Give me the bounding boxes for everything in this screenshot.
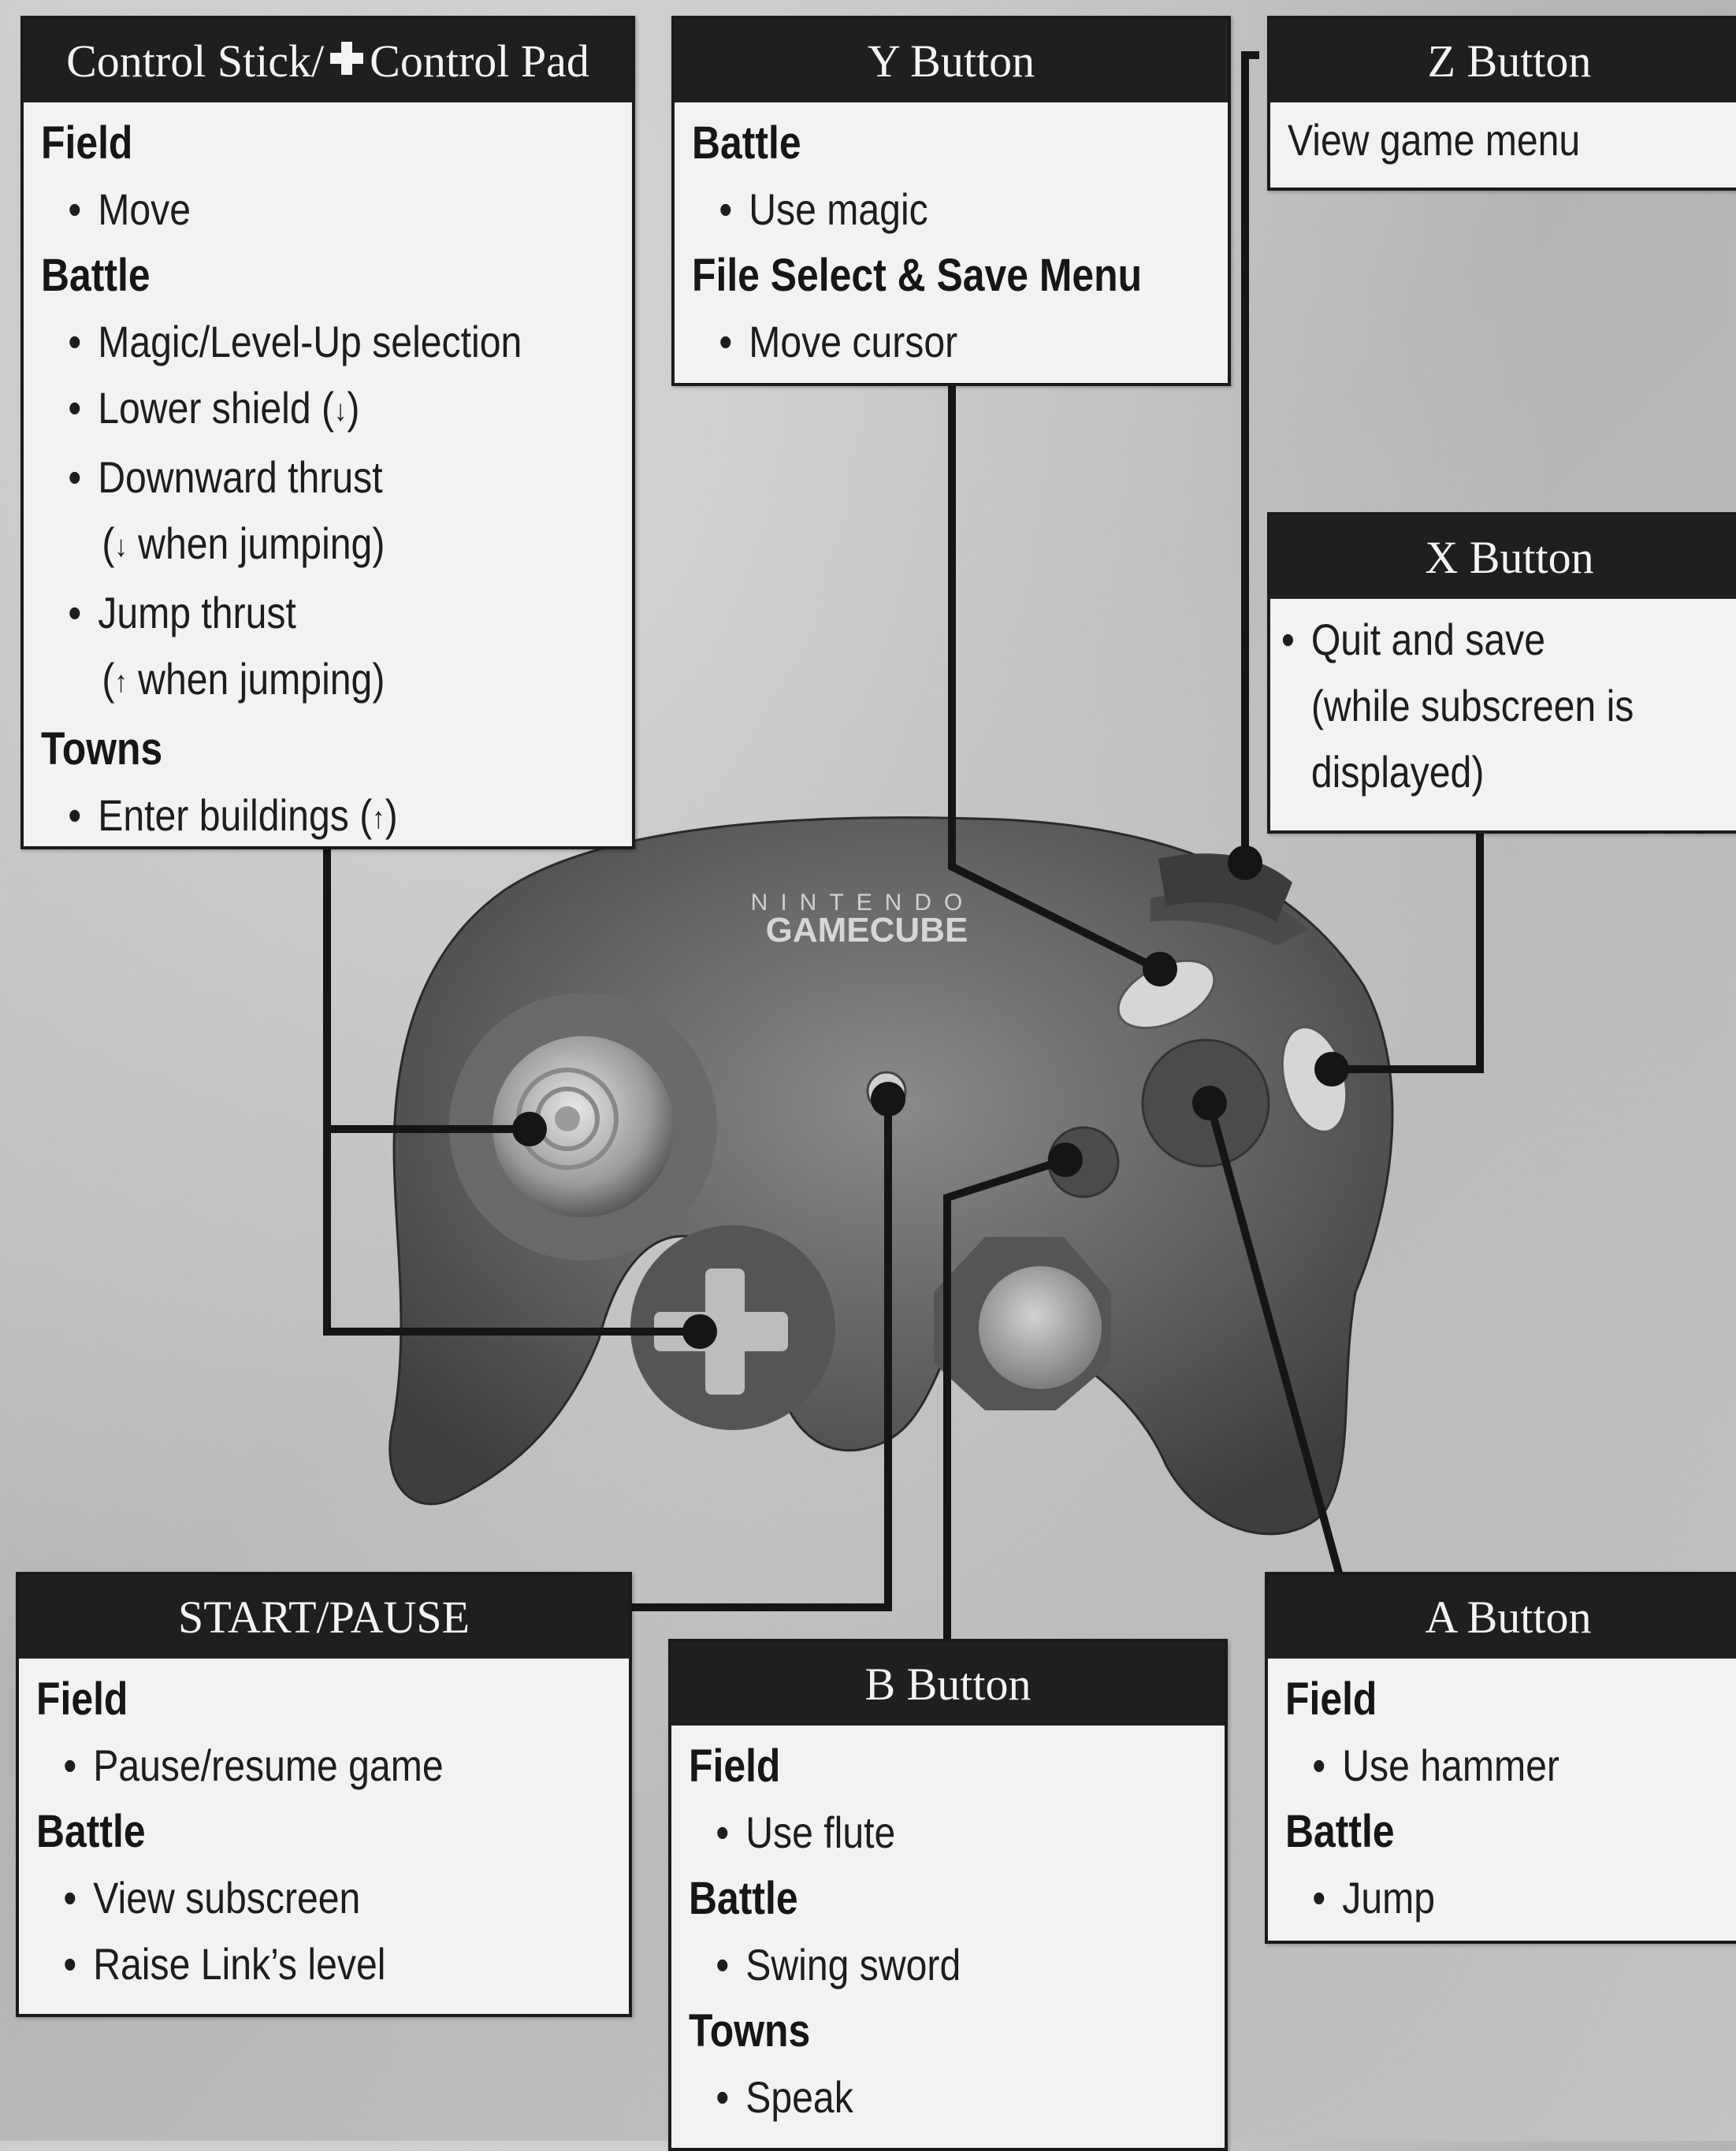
bullet: • (68, 789, 82, 840)
arrow-down-icon: ↓ (334, 395, 348, 429)
control-stick-title-text: Control Stick/ (66, 35, 325, 87)
list-item-text: when jumping) (127, 518, 385, 569)
bullet: • (716, 2072, 730, 2122)
list-item-text: Raise Link’s level (93, 1939, 386, 1989)
list-item: • Jump thrust (41, 580, 534, 646)
bullet: • (68, 383, 82, 433)
list-item-text: Move (98, 184, 191, 234)
bullet: • (716, 1940, 730, 1989)
list-item: • Lower shield (↓) (41, 375, 534, 444)
control-pad-title-text: Control Pad (370, 35, 589, 87)
list-item: • View subscreen (36, 1865, 531, 1931)
bullet: • (716, 1807, 730, 1857)
battle-heading: Battle (41, 250, 151, 301)
bullet: • (1312, 1740, 1326, 1790)
list-item-text: when jumping) (127, 654, 385, 704)
towns-heading: Towns (689, 2005, 811, 2056)
plus-cross-icon (329, 35, 365, 87)
bullet: • (719, 184, 733, 234)
bullet: • (68, 588, 82, 638)
list-item: • Magic/Level-Up selection (41, 309, 534, 375)
list-item-continuation: (↓ when jumping) (41, 511, 534, 580)
list-item: • Pause/resume game (36, 1733, 531, 1799)
list-item-text: Lower shield ( (98, 383, 335, 433)
b-button-panel: B Button Field • Use flute Battle • Swing … (668, 1639, 1228, 2151)
field-heading: Field (1285, 1674, 1377, 1725)
arrow-up-icon: ↑ (114, 666, 128, 700)
bullet: • (1281, 615, 1295, 664)
field-heading: Field (36, 1674, 128, 1725)
bullet: • (63, 1873, 77, 1923)
list-item-text: Downward thrust (98, 452, 383, 503)
y-button-panel: Y Button Battle • Use magic File Select &… (671, 16, 1231, 386)
list-item-text: Move cursor (749, 317, 958, 366)
list-item-text: Enter buildings ( (98, 789, 373, 840)
list-item-text: Use hammer (1342, 1740, 1559, 1790)
arrow-down-icon: ↓ (114, 530, 128, 564)
list-item: • Use flute (689, 1800, 1135, 1866)
control-stick-panel: Control Stick/ Control Pad Field • Move B… (20, 16, 635, 849)
bullet: • (68, 184, 82, 234)
x-button-panel: X Button • Quit and save (while subscreen… (1267, 512, 1736, 834)
list-item-text: Magic/Level-Up selection (98, 317, 522, 366)
b-button-panel-title: B Button (671, 1642, 1225, 1726)
list-item: • Use magic (692, 176, 1138, 243)
list-item: • Move cursor (692, 309, 1138, 375)
list-item-text: Jump thrust (98, 588, 296, 638)
bullet: • (719, 317, 733, 366)
file-select-heading: File Select & Save Menu (692, 250, 1143, 301)
start-pause-panel-title: START/PAUSE (19, 1575, 629, 1659)
bullet: • (68, 317, 82, 366)
z-button-panel: Z Button View game menu (1267, 16, 1736, 191)
list-item-text: Use magic (749, 184, 928, 234)
list-item: • Use hammer (1285, 1733, 1669, 1799)
arrow-up-icon: ↑ (372, 801, 385, 835)
list-item: • Raise Link’s level (36, 1931, 531, 1997)
list-item-text: Swing sword (745, 1940, 961, 1989)
bullet: • (68, 452, 82, 503)
list-item: • Downward thrust (41, 444, 534, 511)
list-item-continuation: (while subscreen is (1310, 681, 1634, 730)
paren-open: ( (102, 654, 115, 704)
list-item: • Speak (689, 2064, 1135, 2131)
start-pause-panel: START/PAUSE Field • Pause/resume game Bat… (16, 1572, 632, 2017)
x-button-panel-title: X Button (1270, 515, 1736, 599)
z-button-panel-title: Z Button (1270, 19, 1736, 102)
a-button-panel-title: A Button (1268, 1575, 1736, 1659)
list-item: • Jump (1285, 1865, 1669, 1931)
battle-heading: Battle (689, 1873, 798, 1924)
list-item: • Enter buildings (↑) (41, 782, 534, 852)
bullet: • (63, 1740, 77, 1790)
battle-heading: Battle (36, 1806, 146, 1857)
control-stick-panel-title: Control Stick/ Control Pad (24, 19, 632, 102)
field-heading: Field (41, 117, 133, 169)
paren-open: ( (102, 518, 115, 569)
towns-heading: Towns (41, 723, 163, 775)
list-item-text-end: ) (347, 383, 360, 433)
list-item-continuation: displayed) (1310, 747, 1485, 797)
list-item: • Move (41, 176, 534, 243)
list-item-text: Quit and save (1310, 615, 1546, 664)
y-button-panel-title: Y Button (675, 19, 1228, 102)
z-button-callout-line (1241, 51, 1259, 863)
battle-heading: Battle (1285, 1806, 1395, 1857)
list-item: • Swing sword (689, 1932, 1135, 1998)
list-item-text: View game menu (1288, 115, 1581, 165)
list-item-text-end: ) (385, 789, 398, 840)
a-button-panel: A Button Field • Use hammer Battle • Jump (1265, 1572, 1736, 1944)
list-item-continuation: (↑ when jumping) (41, 646, 534, 715)
field-heading: Field (689, 1740, 781, 1792)
battle-heading: Battle (692, 117, 801, 169)
bullet: • (1312, 1873, 1326, 1923)
list-item-text: Jump (1342, 1873, 1436, 1923)
bullet: • (63, 1939, 77, 1989)
list-item-text: Speak (745, 2072, 853, 2122)
list-item-text: Pause/resume game (93, 1740, 444, 1790)
list-item: • Quit and save (1281, 607, 1668, 673)
list-item-text: Use flute (745, 1807, 896, 1857)
list-item-text: View subscreen (93, 1873, 361, 1923)
controller-brand-bottom: GAMECUBE (766, 911, 968, 949)
